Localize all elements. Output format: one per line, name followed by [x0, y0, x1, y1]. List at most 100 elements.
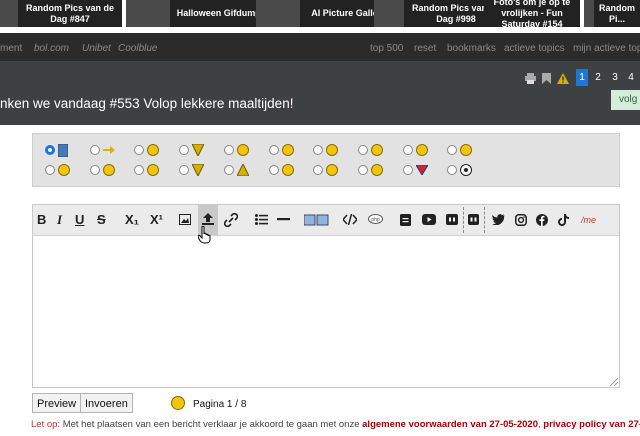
- youtube-icon[interactable]: [422, 214, 436, 225]
- icon-radio[interactable]: [313, 145, 323, 155]
- icon-option[interactable]: [134, 164, 160, 178]
- icon-radio[interactable]: [403, 145, 413, 155]
- instagram-icon[interactable]: [515, 214, 527, 226]
- document-icon: [58, 144, 68, 157]
- tiktok-icon[interactable]: [558, 214, 569, 226]
- page-link[interactable]: 4: [625, 69, 637, 86]
- icon-option[interactable]: [134, 144, 160, 158]
- icon-radio[interactable]: [45, 165, 55, 175]
- privacy-link[interactable]: privacy policy van 27-0: [543, 419, 640, 430]
- icon-option[interactable]: [45, 144, 71, 158]
- italic-button[interactable]: I: [57, 213, 62, 227]
- nav-bar: ment bol.com Unibet Coolblue top 500 res…: [0, 33, 640, 61]
- upload-icon[interactable]: [202, 213, 214, 226]
- follow-button[interactable]: volg t: [611, 90, 640, 110]
- icon-option[interactable]: [179, 144, 205, 158]
- page-link[interactable]: 2: [592, 69, 604, 86]
- vimeo-icon[interactable]: [468, 214, 479, 225]
- thumbnail-label: Foto's om je op te vrolijken - Fun Satur…: [484, 0, 580, 29]
- submit-button[interactable]: Invoeren: [80, 393, 133, 413]
- icon-radio[interactable]: [447, 165, 457, 175]
- icon-option[interactable]: [90, 144, 116, 158]
- icon-option[interactable]: [358, 164, 384, 178]
- icon-radio[interactable]: [90, 145, 100, 155]
- icon-radio[interactable]: [224, 165, 234, 175]
- list-icon[interactable]: [255, 214, 268, 225]
- smiley-icon[interactable]: [171, 396, 185, 410]
- php-icon[interactable]: php: [368, 214, 383, 224]
- resize-handle-icon[interactable]: [610, 378, 618, 386]
- icon-radio[interactable]: [269, 145, 279, 155]
- page-link[interactable]: 1: [576, 69, 588, 86]
- icon-radio[interactable]: [269, 165, 279, 175]
- notice-text: Met het plaatsen van een bericht verklaa…: [60, 419, 363, 430]
- thumbnail[interactable]: Foto's om je op te vrolijken - Fun Satur…: [484, 0, 580, 29]
- video-icon[interactable]: [446, 214, 458, 225]
- icon-option[interactable]: [269, 164, 295, 178]
- nav-link[interactable]: actieve topics: [504, 43, 565, 54]
- page-link[interactable]: 3: [609, 69, 621, 86]
- message-textarea[interactable]: [33, 236, 619, 387]
- toolbar-separator: [463, 207, 464, 233]
- icon-option[interactable]: [269, 144, 295, 158]
- icon-radio[interactable]: [313, 165, 323, 175]
- topic-title: nken we vandaag #553 Volop lekkere maalt…: [0, 96, 294, 111]
- nav-link[interactable]: ment: [0, 43, 22, 54]
- subscript-button[interactable]: X₁: [125, 213, 139, 227]
- icon-picker: [32, 133, 620, 187]
- icon-radio[interactable]: [179, 165, 189, 175]
- icon-option[interactable]: [224, 144, 250, 158]
- me-button[interactable]: /me: [581, 215, 596, 225]
- nav-link[interactable]: Unibet: [82, 43, 111, 54]
- icon-option[interactable]: [403, 164, 429, 178]
- nav-link[interactable]: Coolblue: [118, 43, 157, 54]
- smiley-icon: [237, 144, 249, 156]
- topic-header: nken we vandaag #553 Volop lekkere maalt…: [0, 61, 640, 125]
- warning-icon[interactable]: [557, 73, 569, 84]
- nav-link[interactable]: top 500: [370, 43, 403, 54]
- nav-link[interactable]: reset: [414, 43, 436, 54]
- icon-option[interactable]: [447, 144, 473, 158]
- icon-option[interactable]: [313, 164, 339, 178]
- icon-option[interactable]: [358, 144, 384, 158]
- thumbnail[interactable]: Random Pi...: [584, 0, 640, 27]
- underline-button[interactable]: U: [75, 213, 84, 227]
- link-icon[interactable]: [224, 213, 238, 227]
- icon-radio[interactable]: [447, 145, 457, 155]
- lightbulb-icon: [147, 144, 159, 156]
- thumbnail[interactable]: Random Pics van de Dag #847: [0, 0, 122, 27]
- preview-button[interactable]: Preview: [32, 393, 82, 413]
- icon-radio[interactable]: [134, 165, 144, 175]
- code-icon[interactable]: [343, 214, 357, 225]
- icon-option[interactable]: [447, 164, 473, 178]
- bold-button[interactable]: B: [37, 213, 46, 227]
- twitter-icon[interactable]: [492, 214, 505, 225]
- icon-radio[interactable]: [358, 145, 368, 155]
- icon-radio[interactable]: [403, 165, 413, 175]
- icon-radio[interactable]: [179, 145, 189, 155]
- icon-option[interactable]: [45, 164, 71, 178]
- icon-radio[interactable]: [90, 165, 100, 175]
- icon-option[interactable]: [90, 164, 116, 178]
- horizontal-rule-icon[interactable]: [277, 218, 290, 221]
- strikethrough-button[interactable]: S: [97, 213, 106, 227]
- nav-link[interactable]: mijn actieve topi: [573, 43, 640, 54]
- icon-option[interactable]: [179, 164, 205, 178]
- icon-option[interactable]: [313, 144, 339, 158]
- icon-option[interactable]: [224, 164, 250, 178]
- image-icon[interactable]: [179, 214, 191, 225]
- icon-radio[interactable]: [358, 165, 368, 175]
- document-icon[interactable]: [400, 214, 411, 226]
- bookmark-icon[interactable]: [542, 73, 551, 84]
- facebook-icon[interactable]: [536, 214, 548, 226]
- print-icon[interactable]: [525, 73, 536, 84]
- nav-link[interactable]: bookmarks: [447, 43, 496, 54]
- nav-link[interactable]: bol.com: [34, 43, 69, 54]
- icon-radio[interactable]: [45, 145, 55, 155]
- superscript-button[interactable]: X¹: [150, 213, 163, 227]
- icon-radio[interactable]: [134, 145, 144, 155]
- icon-option[interactable]: [403, 144, 429, 158]
- icon-radio[interactable]: [224, 145, 234, 155]
- terms-link[interactable]: algemene voorwaarden van 27-05-2020: [362, 419, 538, 430]
- quote-icon[interactable]: [304, 213, 330, 227]
